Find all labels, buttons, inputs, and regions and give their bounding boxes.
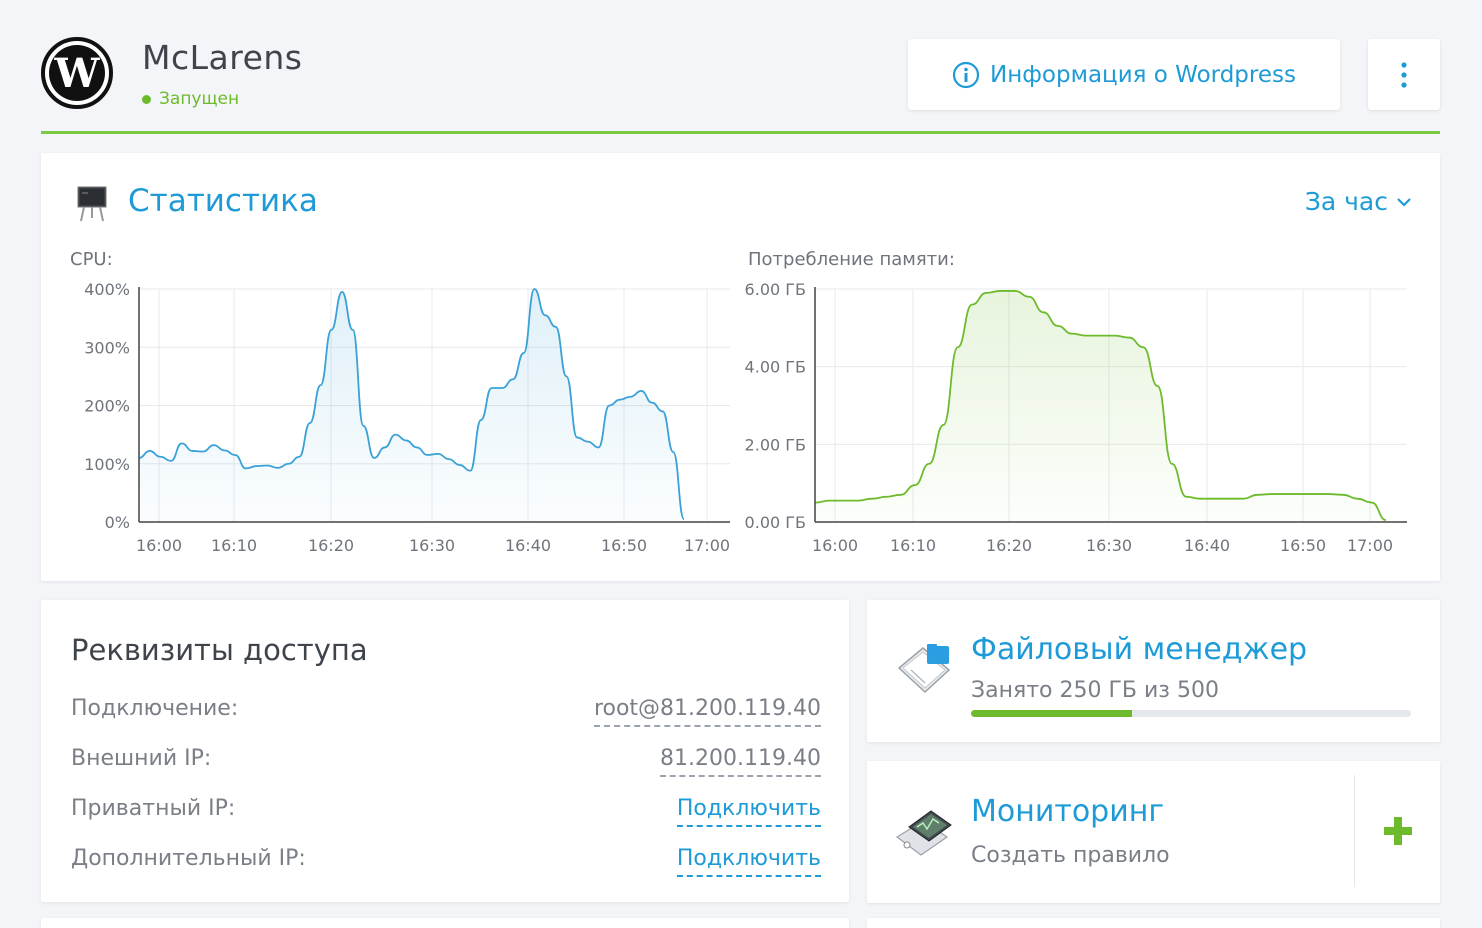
x-tick-label: 16:50 — [1280, 536, 1326, 555]
series-area — [815, 290, 1386, 522]
external-ip-value[interactable]: 81.200.119.40 — [660, 746, 821, 777]
connection-label: Подключение: — [71, 696, 239, 721]
x-tick-label: 16:40 — [1184, 536, 1230, 555]
external-ip-label: Внешний IP: — [71, 746, 212, 771]
monitoring-divider — [1354, 775, 1355, 887]
y-tick-label: 0.00 ГБ — [745, 513, 806, 532]
additional-ip-row: Дополнительный IP: Подключить — [71, 846, 821, 886]
storage-usage-text: Занято 250 ГБ из 500 — [971, 678, 1219, 703]
info-icon — [952, 61, 980, 88]
connection-row: Подключение: root@81.200.119.40 — [71, 696, 821, 736]
wordpress-info-button[interactable]: Информация о Wordpress — [908, 39, 1340, 110]
monitoring-icon — [895, 807, 955, 863]
add-rule-button[interactable] — [1370, 803, 1426, 859]
access-credentials-card: Реквизиты доступа Подключение: root@81.2… — [41, 600, 849, 902]
access-title: Реквизиты доступа — [71, 633, 368, 667]
wordpress-info-label: Информация о Wordpress — [990, 61, 1296, 88]
kebab-menu-icon — [1401, 61, 1407, 88]
x-tick-label: 16:00 — [812, 536, 858, 555]
header-divider — [41, 131, 1440, 134]
y-tick-label: 6.00 ГБ — [745, 280, 806, 299]
more-menu-button[interactable] — [1368, 39, 1440, 110]
private-ip-row: Приватный IP: Подключить — [71, 796, 821, 836]
x-tick-label: 17:00 — [1347, 536, 1393, 555]
svg-text:W: W — [54, 50, 101, 97]
status-dot-icon — [142, 94, 151, 104]
create-rule-link[interactable]: Создать правило — [971, 843, 1170, 868]
external-ip-row: Внешний IP: 81.200.119.40 — [71, 746, 821, 786]
connection-value[interactable]: root@81.200.119.40 — [593, 696, 821, 727]
additional-ip-label: Дополнительный IP: — [71, 846, 306, 871]
status-text: Запущен — [159, 89, 240, 109]
x-tick-label: 16:10 — [890, 536, 936, 555]
storage-usage-fill — [971, 710, 1132, 717]
file-manager-icon — [895, 642, 955, 704]
y-tick-label: 4.00 ГБ — [745, 358, 806, 377]
storage-usage-bar — [971, 710, 1411, 717]
plus-icon — [1384, 817, 1412, 845]
app-title: McLarens — [142, 38, 303, 77]
private-ip-label: Приватный IP: — [71, 796, 236, 821]
additional-ip-connect-link[interactable]: Подключить — [676, 846, 821, 877]
next-card-edge-right — [867, 918, 1440, 928]
statistics-card: Статистика За час CPU: Потребление памят… — [41, 153, 1440, 581]
x-tick-label: 16:30 — [1086, 536, 1132, 555]
file-manager-card[interactable]: Файловый менеджер Занято 250 ГБ из 500 — [867, 600, 1440, 742]
wordpress-logo-icon: W — [41, 37, 113, 109]
monitoring-card: Мониторинг Создать правило — [867, 761, 1440, 903]
memory-chart: 0.00 ГБ 2.00 ГБ 4.00 ГБ 6.00 ГБ 16:00 16:10 16… — [745, 280, 1407, 555]
y-tick-label: 2.00 ГБ — [745, 435, 806, 454]
header: W McLarens Запущен Информация о Wordpres… — [41, 30, 1440, 134]
status-badge: Запущен — [142, 89, 239, 109]
private-ip-connect-link[interactable]: Подключить — [676, 796, 821, 827]
next-card-edge — [41, 918, 849, 928]
monitoring-title[interactable]: Мониторинг — [971, 794, 1164, 829]
x-tick-label: 16:20 — [986, 536, 1032, 555]
file-manager-title[interactable]: Файловый менеджер — [971, 632, 1307, 667]
